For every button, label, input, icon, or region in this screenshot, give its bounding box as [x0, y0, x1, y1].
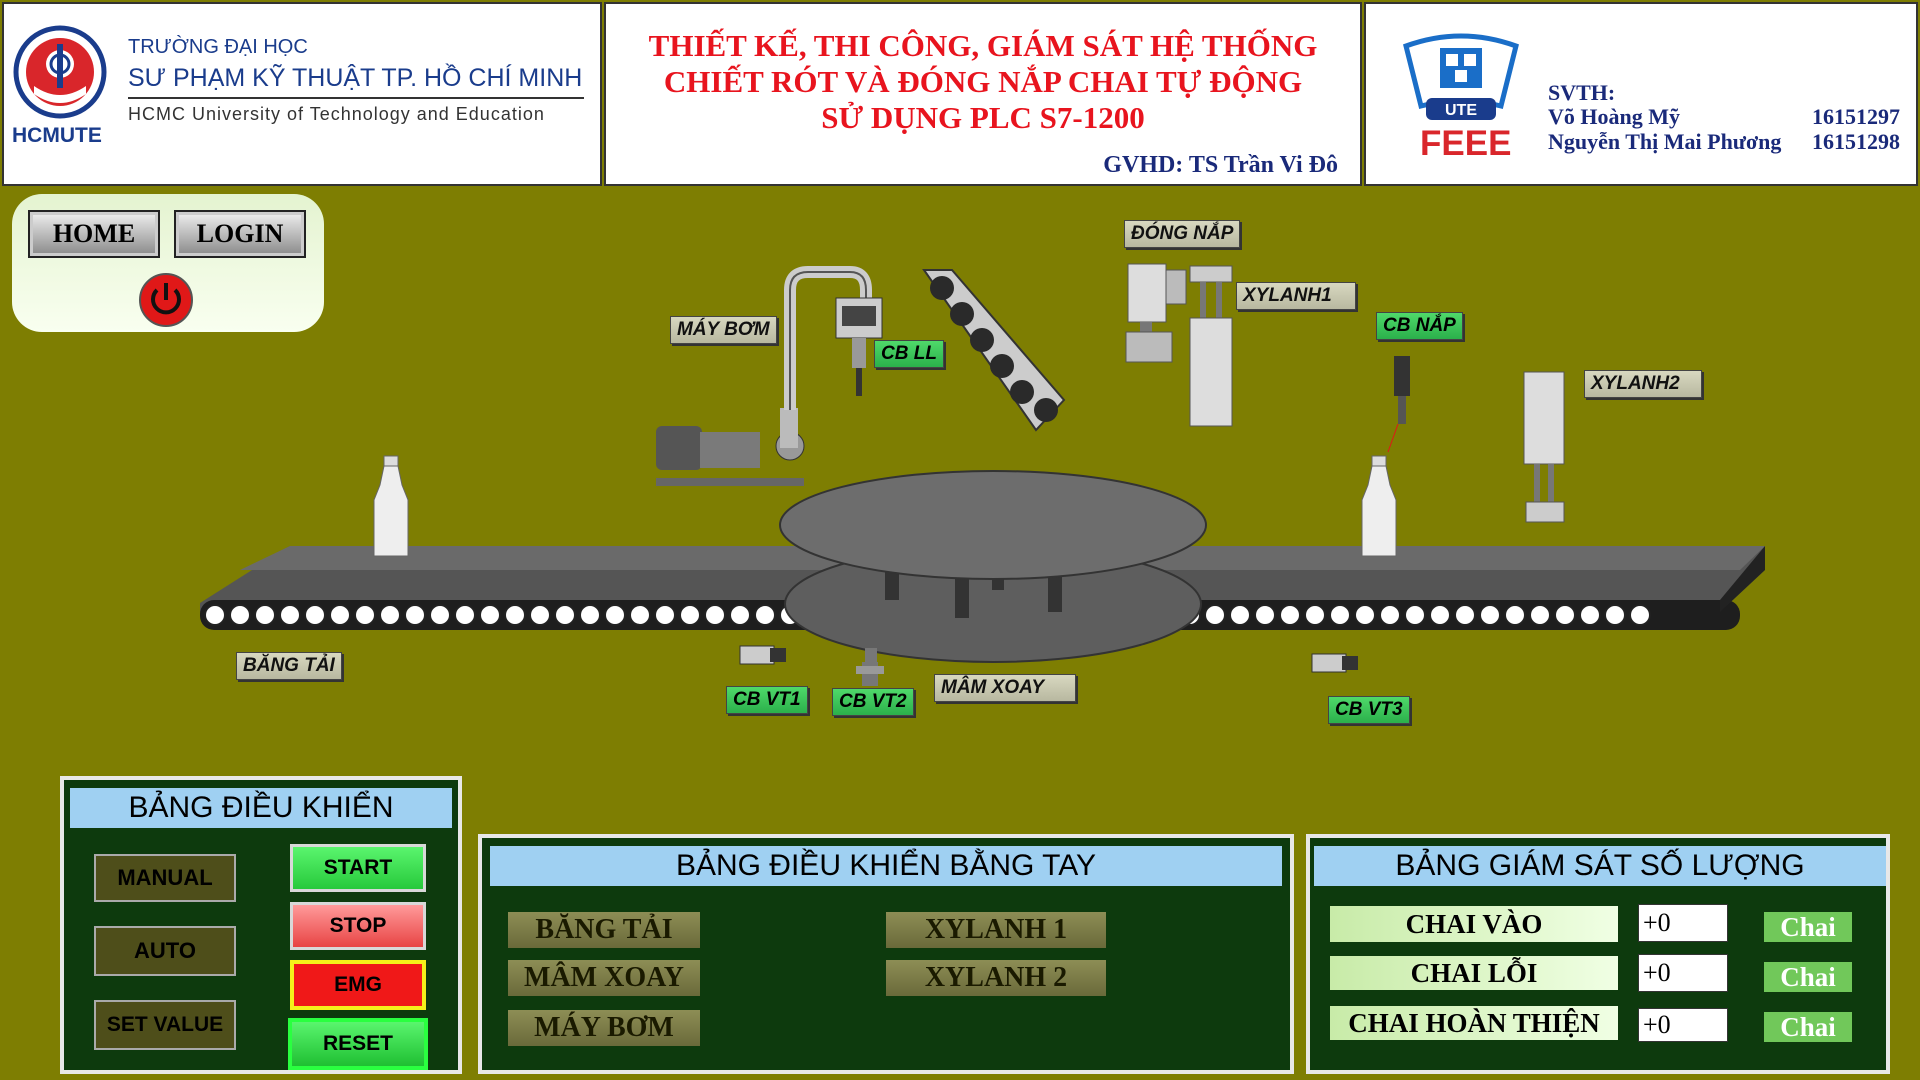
control-panel: BẢNG ĐIỀU KHIỂN MANUAL AUTO SET VALUE ST… [60, 776, 462, 1074]
manual-xylanh2-button[interactable]: XYLANH 2 [886, 960, 1106, 996]
label-dong-nap: ĐÓNG NẮP [1124, 220, 1241, 248]
manual-may-bom-button[interactable]: MÁY BƠM [508, 1010, 700, 1046]
hcmute-logo-icon [13, 25, 107, 119]
student-name-1: Võ Hoàng Mỹ [1548, 104, 1680, 129]
label-mam-xoay: MÂM XOAY [934, 674, 1076, 702]
bottle-right [1361, 455, 1397, 557]
label-bang-tai: BĂNG TẢI [236, 652, 342, 680]
project-title-line1: THIẾT KẾ, THI CÔNG, GIÁM SÁT HỆ THỐNG [648, 28, 1318, 63]
monitor-panel: BẢNG GIÁM SÁT SỐ LƯỢNG CHAI VÀO +0 Chai … [1306, 834, 1890, 1074]
manual-mode-button[interactable]: MANUAL [94, 854, 236, 902]
feee-logo-text: FEEE [1420, 124, 1512, 163]
monitor-panel-title: BẢNG GIÁM SÁT SỐ LƯỢNG [1314, 846, 1886, 886]
auto-mode-button[interactable]: AUTO [94, 926, 236, 976]
school-line1: TRƯỜNG ĐẠI HỌC [128, 36, 308, 58]
label-cb-vt1: CB VT1 [726, 686, 808, 714]
header-school-box: HCMUTE TRƯỜNG ĐẠI HỌC SƯ PHẠM KỸ THUẬT T… [2, 2, 602, 186]
project-title-line2: CHIẾT RÓT VÀ ĐÓNG NẮP CHAI TỰ ĐỘNG [663, 64, 1303, 99]
label-may-bom: MÁY BƠM [670, 316, 777, 344]
student-name-2: Nguyễn Thị Mai Phương [1548, 129, 1782, 154]
cap-feeder [922, 269, 1066, 432]
label-xylanh1: XYLANH1 [1236, 282, 1356, 310]
manual-control-panel: BẢNG ĐIỀU KHIỂN BẰNG TAY BĂNG TẢI MÂM XO… [478, 834, 1294, 1074]
school-line3: HCMC University of Technology and Educat… [128, 104, 545, 124]
feee-logo-icon: UTE [1403, 33, 1519, 120]
stop-button[interactable]: STOP [290, 902, 426, 950]
pump [656, 266, 883, 486]
student-id-2: 16151298 [1812, 129, 1900, 154]
ute-logo-text: UTE [1445, 102, 1477, 119]
monitor-label-chai-loi: CHAI LỖI [1330, 956, 1618, 990]
header-students-box: UTE FEEE SVTH: Võ Hoàng Mỹ 16151297 Nguy… [1364, 2, 1918, 186]
header-title-box: THIẾT KẾ, THI CÔNG, GIÁM SÁT HỆ THỐNG CH… [604, 2, 1362, 186]
students-label: SVTH: [1548, 80, 1616, 105]
label-cb-vt3: CB VT3 [1328, 696, 1410, 724]
advisor-label: GVHD: TS Trần Vi Đô [1103, 152, 1338, 178]
monitor-label-chai-hoan-thien: CHAI HOÀN THIỆN [1330, 1006, 1618, 1040]
set-value-button[interactable]: SET VALUE [94, 1000, 236, 1050]
project-title-line3: SỬ DỤNG PLC S7-1200 [821, 100, 1145, 135]
monitor-unit-chai-hoan-thien: Chai [1764, 1012, 1852, 1042]
hcmute-logo-text: HCMUTE [12, 124, 102, 147]
label-cb-vt2: CB VT2 [832, 688, 914, 716]
bottle-left [373, 455, 409, 557]
cap-sensor [1387, 356, 1410, 453]
position-sensor-3 [1311, 653, 1358, 673]
manual-panel-title: BẢNG ĐIỀU KHIỂN BẰNG TAY [490, 846, 1282, 886]
monitor-value-chai-hoan-thien[interactable]: +0 [1638, 1008, 1728, 1042]
manual-xylanh1-button[interactable]: XYLANH 1 [886, 912, 1106, 948]
reset-button[interactable]: RESET [288, 1018, 428, 1070]
position-sensor-1 [739, 645, 786, 665]
monitor-value-chai-loi[interactable]: +0 [1638, 954, 1728, 992]
monitor-value-chai-vao[interactable]: +0 [1638, 904, 1728, 942]
monitor-unit-chai-loi: Chai [1764, 962, 1852, 992]
label-xylanh2: XYLANH2 [1584, 370, 1702, 398]
start-button[interactable]: START [290, 844, 426, 892]
label-cb-nap: CB NẮP [1376, 312, 1463, 340]
capping-motor [1125, 263, 1187, 363]
label-cb-ll: CB LL [874, 340, 944, 368]
emg-button[interactable]: EMG [290, 960, 426, 1010]
manual-bang-tai-button[interactable]: BĂNG TẢI [508, 912, 700, 948]
cylinder-1 [1189, 265, 1233, 427]
position-sensor-2 [856, 662, 884, 686]
monitor-label-chai-vao: CHAI VÀO [1330, 906, 1618, 942]
manual-mam-xoay-button[interactable]: MÂM XOAY [508, 960, 700, 996]
student-id-1: 16151297 [1812, 104, 1900, 129]
monitor-unit-chai-vao: Chai [1764, 912, 1852, 942]
cylinder-2 [1523, 371, 1565, 523]
school-line2: SƯ PHẠM KỸ THUẬT TP. HỒ CHÍ MINH [128, 64, 583, 92]
control-panel-title: BẢNG ĐIỀU KHIỂN [70, 788, 452, 828]
rotary-table [779, 470, 1207, 674]
school-underline [128, 97, 584, 99]
